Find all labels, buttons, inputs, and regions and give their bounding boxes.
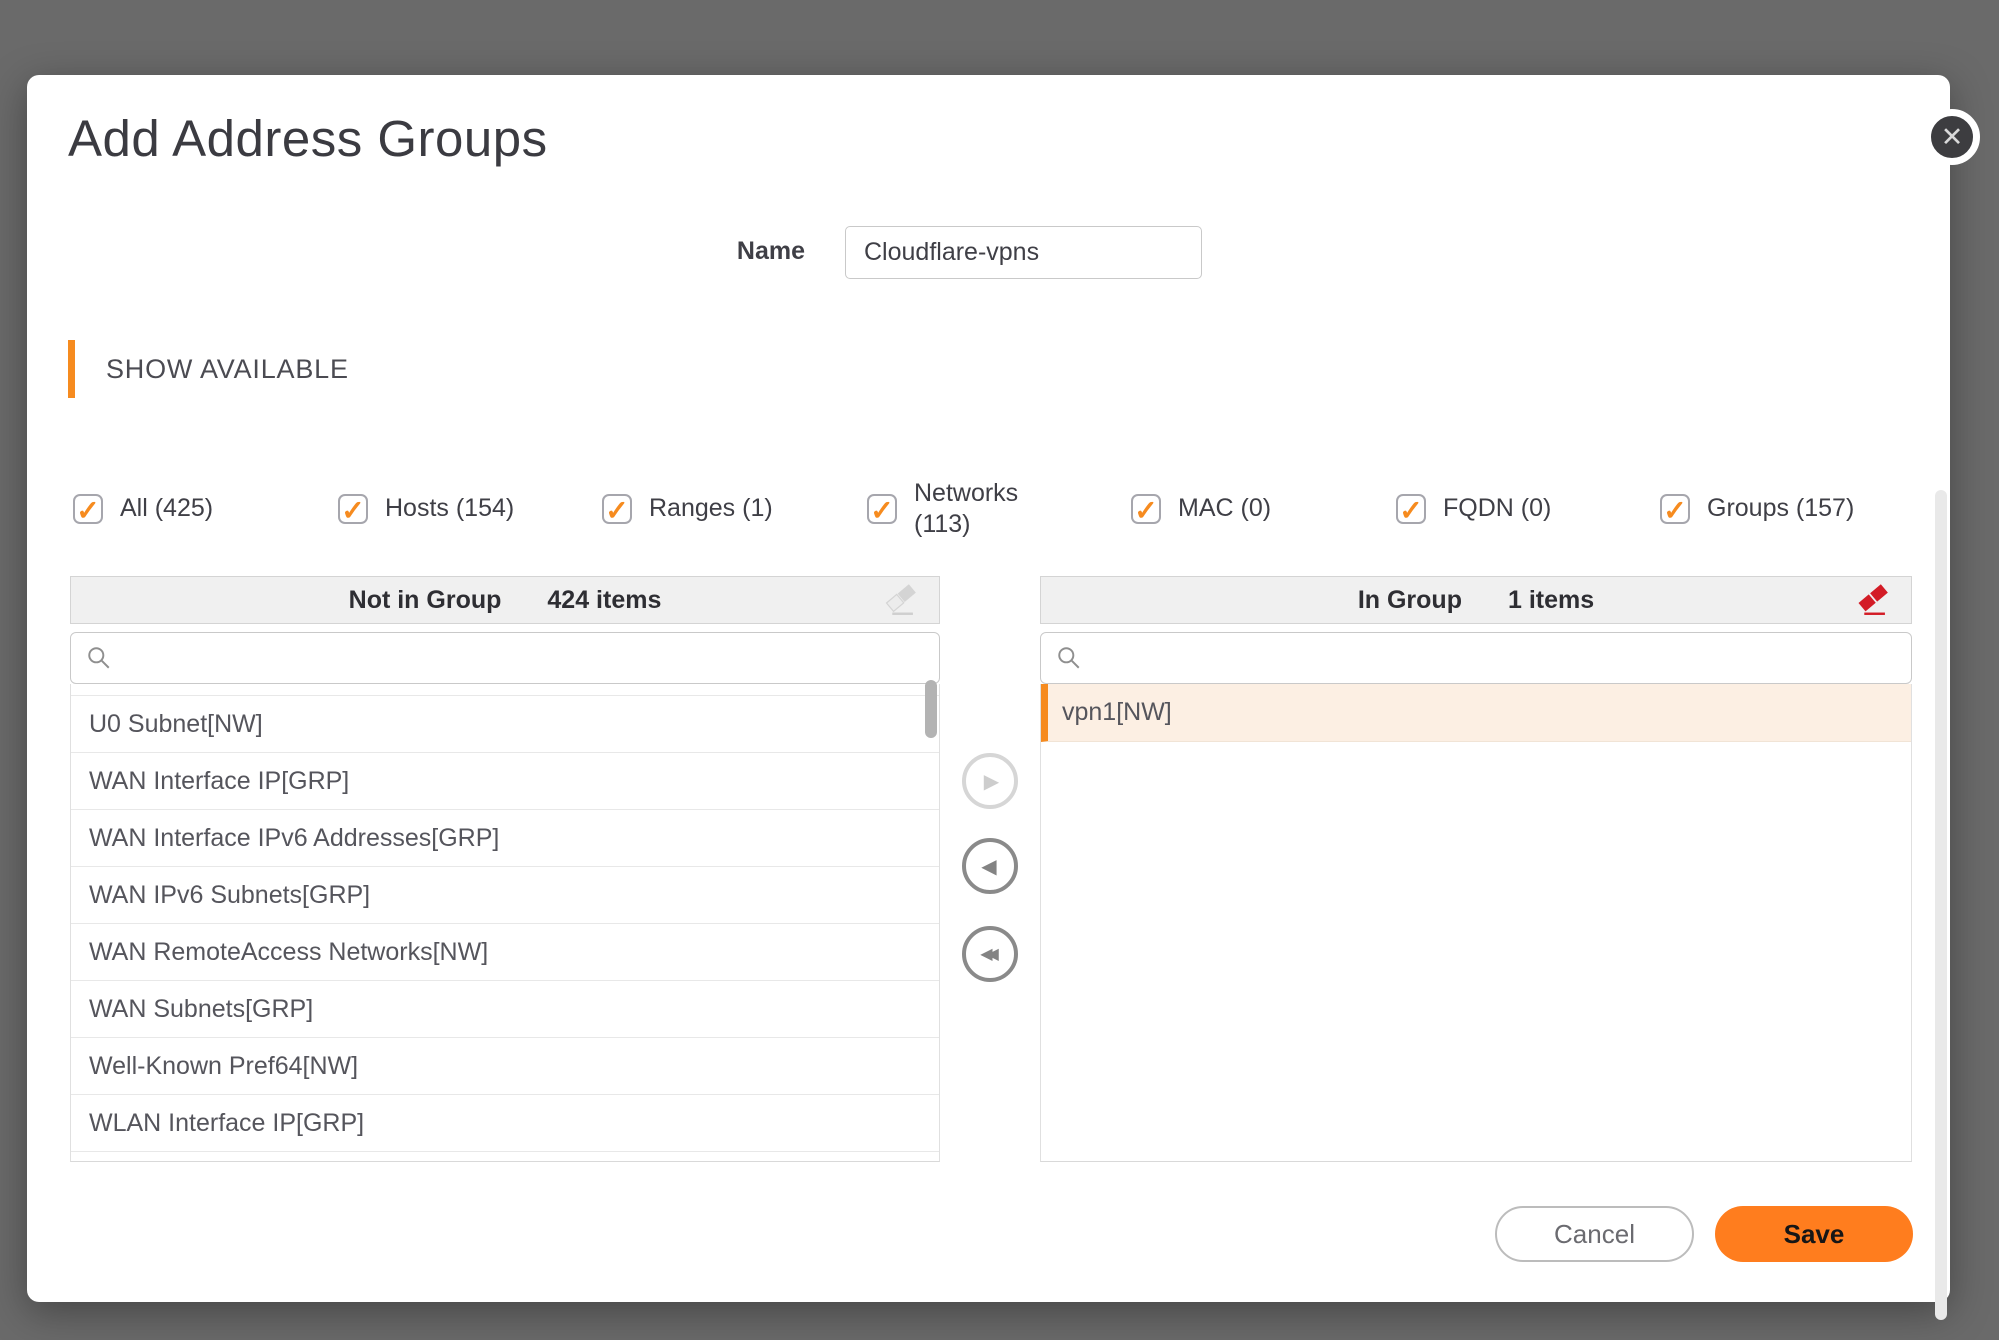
filter-checkbox-all[interactable]: ✓ All (425)	[73, 467, 213, 551]
list-item[interactable]: WAN IPv6 Subnets[GRP]	[71, 867, 939, 924]
filter-checkbox-groups[interactable]: ✓ Groups (157)	[1660, 467, 1854, 551]
arrow-right-icon: ▶	[984, 769, 999, 794]
list-item[interactable]: U0 Subnet[NW]	[71, 696, 939, 753]
list-item[interactable]: Well-Known Pref64[NW]	[71, 1038, 939, 1095]
checkbox-checked-icon: ✓	[73, 494, 103, 524]
checkbox-checked-icon: ✓	[338, 494, 368, 524]
filter-checkbox-hosts[interactable]: ✓ Hosts (154)	[338, 467, 514, 551]
filter-checkbox-mac[interactable]: ✓ MAC (0)	[1131, 467, 1271, 551]
filter-label: Networks (113)	[914, 478, 1044, 541]
panel-item-count: 1 items	[1508, 586, 1594, 615]
close-button[interactable]: ✕	[1924, 109, 1980, 165]
name-label: Name	[605, 237, 805, 266]
panel-title: In Group	[1358, 586, 1462, 615]
not-in-group-search-input[interactable]	[70, 632, 940, 684]
filter-checkbox-networks[interactable]: ✓ Networks (113)	[867, 467, 1044, 551]
in-group-search	[1040, 632, 1912, 684]
type-filter-row: ✓ All (425) ✓ Hosts (154) ✓ Ranges (1) ✓…	[27, 467, 1950, 551]
double-arrow-left-icon: ◀◀	[980, 944, 993, 964]
checkbox-checked-icon: ✓	[1660, 494, 1690, 524]
dialog-title: Add Address Groups	[68, 108, 548, 170]
move-all-left-button[interactable]: ◀◀	[962, 926, 1018, 982]
partial-row	[71, 684, 939, 696]
not-in-group-list: U0 Subnet[NW] WAN Interface IP[GRP] WAN …	[70, 684, 940, 1162]
filter-label: Ranges (1)	[649, 493, 773, 524]
list-item[interactable]: WAN Subnets[GRP]	[71, 981, 939, 1038]
show-available-section-header: SHOW AVAILABLE	[68, 340, 349, 398]
section-title: SHOW AVAILABLE	[106, 354, 349, 385]
move-left-button[interactable]: ◀	[962, 838, 1018, 894]
add-address-groups-dialog: Add Address Groups ✕ Name SHOW AVAILABLE…	[27, 75, 1950, 1302]
close-icon: ✕	[1941, 122, 1964, 153]
selected-list-item[interactable]: vpn1[NW]	[1041, 684, 1911, 742]
checkbox-checked-icon: ✓	[1396, 494, 1426, 524]
filter-label: FQDN (0)	[1443, 493, 1551, 524]
move-right-button[interactable]: ▶	[962, 753, 1018, 809]
filter-checkbox-ranges[interactable]: ✓ Ranges (1)	[602, 467, 773, 551]
filter-checkbox-fqdn[interactable]: ✓ FQDN (0)	[1396, 467, 1551, 551]
eraser-red-icon[interactable]	[1857, 584, 1891, 618]
in-group-panel: In Group 1 items	[1040, 576, 1912, 1162]
filter-label: MAC (0)	[1178, 493, 1271, 524]
accent-bar	[68, 340, 75, 398]
list-item[interactable]: WAN Interface IP[GRP]	[71, 753, 939, 810]
in-group-list: vpn1[NW]	[1040, 684, 1912, 1162]
search-icon	[1056, 645, 1082, 676]
filter-label: Groups (157)	[1707, 493, 1854, 524]
list-item[interactable]: WAN RemoteAccess Networks[NW]	[71, 924, 939, 981]
filter-label: All (425)	[120, 493, 213, 524]
save-button[interactable]: Save	[1715, 1206, 1913, 1262]
not-in-group-header: Not in Group 424 items	[70, 576, 940, 624]
checkbox-checked-icon: ✓	[1131, 494, 1161, 524]
cancel-button[interactable]: Cancel	[1495, 1206, 1694, 1262]
filter-label: Hosts (154)	[385, 493, 514, 524]
checkbox-checked-icon: ✓	[602, 494, 632, 524]
checkbox-checked-icon: ✓	[867, 494, 897, 524]
list-scrollbar-thumb[interactable]	[925, 680, 937, 738]
search-icon	[86, 645, 112, 676]
dialog-scrollbar[interactable]	[1935, 490, 1947, 1320]
list-item[interactable]: WLAN Interface IP[GRP]	[71, 1095, 939, 1152]
in-group-header: In Group 1 items	[1040, 576, 1912, 624]
not-in-group-search	[70, 632, 940, 684]
eraser-icon[interactable]	[885, 584, 919, 618]
arrow-left-icon: ◀	[981, 854, 996, 879]
not-in-group-panel: Not in Group 424 items	[70, 576, 940, 1162]
in-group-search-input[interactable]	[1040, 632, 1912, 684]
panel-title: Not in Group	[349, 586, 502, 615]
panel-item-count: 424 items	[547, 586, 661, 615]
list-item[interactable]: WAN Interface IPv6 Addresses[GRP]	[71, 810, 939, 867]
name-input[interactable]	[845, 226, 1202, 279]
